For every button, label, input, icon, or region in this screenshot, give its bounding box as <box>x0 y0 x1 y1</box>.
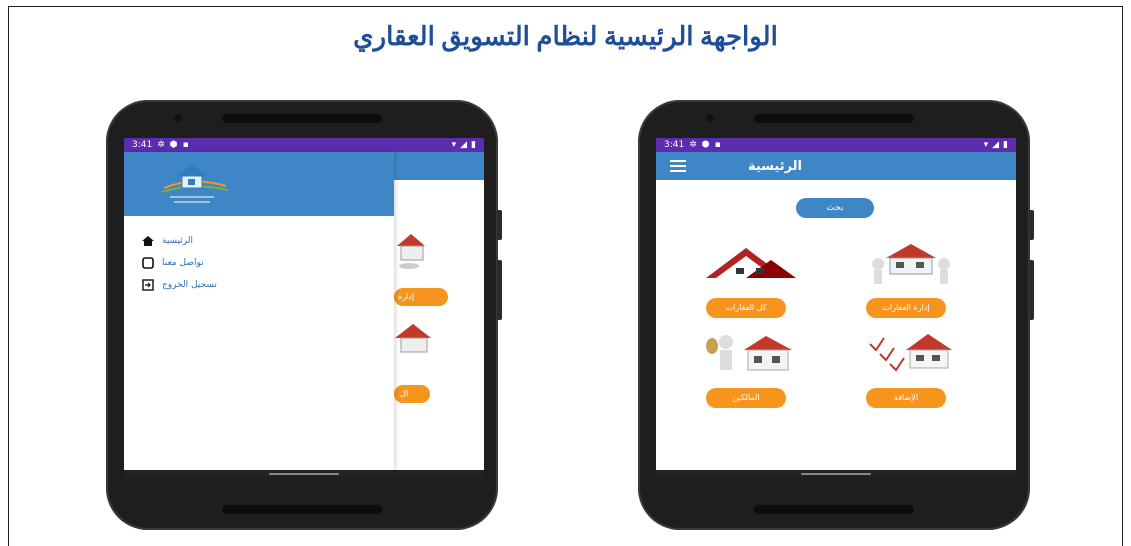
houses-roof-icon <box>706 248 796 278</box>
signal-icon: ◢ <box>992 140 1000 150</box>
checklist-house-icon <box>869 334 952 372</box>
tile-all-properties[interactable]: كل العقارات <box>676 238 826 328</box>
phone-icon <box>142 257 154 269</box>
front-camera <box>706 114 714 122</box>
tile-label: كل العقارات <box>706 298 786 318</box>
drawer-item-label: تواصل معنا <box>162 258 204 268</box>
earpiece-speaker <box>222 114 382 123</box>
volume-button <box>497 210 502 240</box>
front-camera <box>174 114 182 122</box>
status-bar: 3:41 ✲ ⬢ ▪ ▾ ◢ ▮ <box>656 138 1016 152</box>
card-icon: ▪ <box>714 140 721 150</box>
tile-label: المالكين <box>706 388 786 408</box>
home-gesture-pill[interactable] <box>801 473 871 475</box>
owner-money-house-icon <box>706 335 792 371</box>
navigation-drawer: الرئيسية تواصل معنا تسجيل الخروج <box>124 152 394 470</box>
settings-icon: ✲ <box>689 140 697 150</box>
power-button <box>497 260 502 320</box>
logout-icon <box>142 279 154 291</box>
tile-label: الإضافة <box>866 388 946 408</box>
tile-label: إدارة العقارات <box>866 298 946 318</box>
screen-right: 3:41 ✲ ⬢ ▪ ▾ ◢ ▮ الرئيسية بحث كل العقارا… <box>656 138 1016 478</box>
screen-left: 3:41 ✲ ⬢ ▪ ▾ ◢ ▮ إدارة ال الرئيسية تواصل… <box>124 138 484 478</box>
logo-icon <box>161 164 229 203</box>
app-bar: الرئيسية <box>656 152 1016 180</box>
tile-owners[interactable]: المالكين <box>676 328 826 418</box>
battery-icon: ▮ <box>1003 140 1008 150</box>
power-button <box>1029 260 1034 320</box>
drawer-header <box>124 152 394 216</box>
home-gesture-pill[interactable] <box>269 473 339 475</box>
phone-left: 3:41 ✲ ⬢ ▪ ▾ ◢ ▮ إدارة ال الرئيسية تواصل… <box>106 100 502 530</box>
tile-add[interactable]: الإضافة <box>836 328 986 418</box>
peek-button-add[interactable]: ال <box>394 385 430 403</box>
peek-label-add: ال <box>400 389 409 398</box>
wifi-icon: ▾ <box>983 140 989 150</box>
drawer-item-contact[interactable]: تواصل معنا <box>142 254 204 272</box>
drawer-item-label: تسجيل الخروج <box>162 280 217 290</box>
bottom-speaker <box>222 505 382 514</box>
volume-button <box>1029 210 1034 240</box>
earpiece-speaker <box>754 114 914 123</box>
house-carry-icon <box>397 234 425 269</box>
checklist-house-icon <box>395 324 431 353</box>
tile-manage-properties[interactable]: إدارة العقارات <box>836 238 986 328</box>
drawer-item-logout[interactable]: تسجيل الخروج <box>142 276 217 294</box>
system-nav-bar <box>124 470 484 478</box>
hamburger-menu-icon[interactable] <box>670 160 686 172</box>
search-button[interactable]: بحث <box>796 198 874 218</box>
house-carry-icon <box>872 244 950 284</box>
bottom-speaker <box>754 505 914 514</box>
phone-right: 3:41 ✲ ⬢ ▪ ▾ ◢ ▮ الرئيسية بحث كل العقارا… <box>638 100 1034 530</box>
drawer-item-label: الرئيسية <box>162 236 193 246</box>
shield-icon: ⬢ <box>701 140 710 150</box>
system-nav-bar <box>656 470 1016 478</box>
appbar-title: الرئيسية <box>747 158 802 174</box>
page-title: الواجهة الرئيسية لنظام التسويق العقاري <box>353 22 778 51</box>
status-time: 3:41 <box>664 140 685 150</box>
peek-label-manage: إدارة <box>398 292 415 301</box>
drawer-item-home[interactable]: الرئيسية <box>142 232 193 250</box>
peek-button-manage[interactable]: إدارة <box>394 288 448 306</box>
home-icon <box>142 236 154 246</box>
